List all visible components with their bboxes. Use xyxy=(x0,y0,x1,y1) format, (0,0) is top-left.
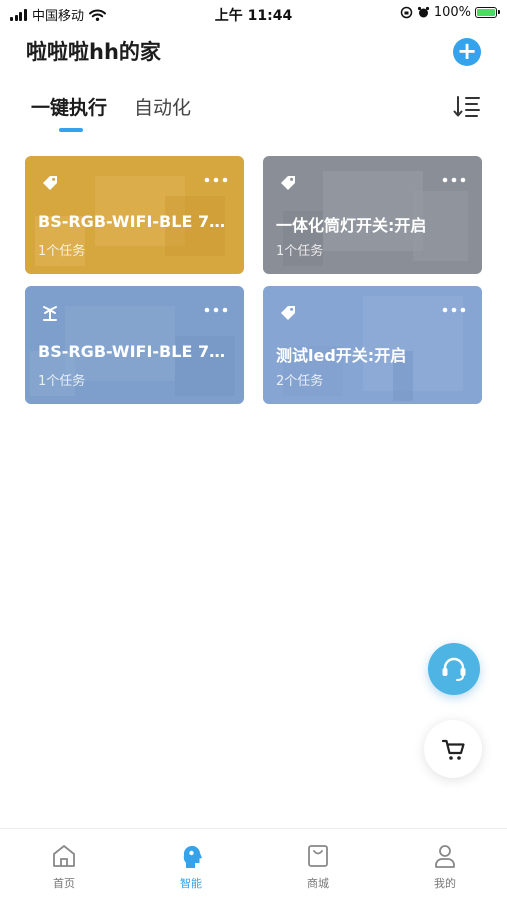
home-title[interactable]: 啦啦啦hh的家 xyxy=(26,36,161,66)
scene-card[interactable]: BS-RGB-WIFI-BLE 71... 1个任务 xyxy=(25,286,244,404)
more-options-icon[interactable] xyxy=(442,175,466,185)
scene-name: 测试led开关:开启 xyxy=(276,346,407,365)
status-bar: 中国移动 上午 11:44 100% xyxy=(0,0,507,28)
active-tab-indicator xyxy=(59,128,83,132)
nav-item-home[interactable]: 首页 xyxy=(1,841,127,891)
scene-task-count: 1个任务 xyxy=(38,374,86,389)
scene-task-count: 1个任务 xyxy=(276,244,324,259)
home-icon xyxy=(53,845,75,867)
tab-one-click-run[interactable]: 一键执行 xyxy=(31,93,107,120)
plus-icon: + xyxy=(456,37,478,65)
battery-level-fill xyxy=(477,9,495,16)
scene-name: BS-RGB-WIFI-BLE 71... xyxy=(38,212,233,231)
person-icon xyxy=(435,845,455,868)
nav-item-me[interactable]: 我的 xyxy=(382,841,507,891)
tag-icon xyxy=(43,176,57,190)
tag-icon xyxy=(281,176,295,190)
more-options-icon[interactable] xyxy=(442,305,466,315)
scene-task-count: 1个任务 xyxy=(38,244,86,259)
more-options-icon[interactable] xyxy=(204,175,228,185)
bottom-nav: 首页 智能 商城 我的 xyxy=(0,828,507,900)
nav-label-me: 我的 xyxy=(434,877,456,890)
scene-card[interactable]: 一体化筒灯开关:开启 1个任务 xyxy=(263,156,482,274)
more-options-icon[interactable] xyxy=(204,305,228,315)
nav-label-home: 首页 xyxy=(53,877,75,890)
tag-icon xyxy=(281,306,295,320)
nav-item-smart[interactable]: 智能 xyxy=(128,841,254,891)
nav-item-mall[interactable]: 商城 xyxy=(255,841,381,891)
tab-automation[interactable]: 自动化 xyxy=(134,93,191,120)
battery-icon xyxy=(475,7,500,18)
shopping-bag-icon xyxy=(308,845,328,867)
smart-head-icon xyxy=(183,845,202,868)
sort-icon xyxy=(453,96,480,117)
scene-name: 一体化筒灯开关:开启 xyxy=(276,216,427,235)
rotation-lock-icon xyxy=(400,6,413,19)
sort-button[interactable] xyxy=(453,94,481,120)
status-right: 100% xyxy=(400,5,500,20)
scene-card[interactable]: BS-RGB-WIFI-BLE 71... 1个任务 xyxy=(25,156,244,274)
scene-name: BS-RGB-WIFI-BLE 71... xyxy=(38,342,233,361)
nav-label-mall: 商城 xyxy=(307,877,329,890)
cart-icon xyxy=(441,739,465,760)
headset-icon xyxy=(442,657,466,681)
battery-percent: 100% xyxy=(433,5,471,20)
nav-label-smart: 智能 xyxy=(180,877,202,890)
scene-task-count: 2个任务 xyxy=(276,374,324,389)
scene-card[interactable]: 测试led开关:开启 2个任务 xyxy=(263,286,482,404)
alarm-icon xyxy=(417,6,429,18)
cart-button[interactable] xyxy=(424,720,482,778)
customer-support-button[interactable] xyxy=(428,643,480,695)
add-scene-button[interactable]: + xyxy=(453,38,481,66)
smart-scenes-screen: 中国移动 上午 11:44 100% 啦啦啦hh的家 + 一键执行 自动化 BS… xyxy=(0,0,507,900)
island-icon xyxy=(43,306,57,321)
